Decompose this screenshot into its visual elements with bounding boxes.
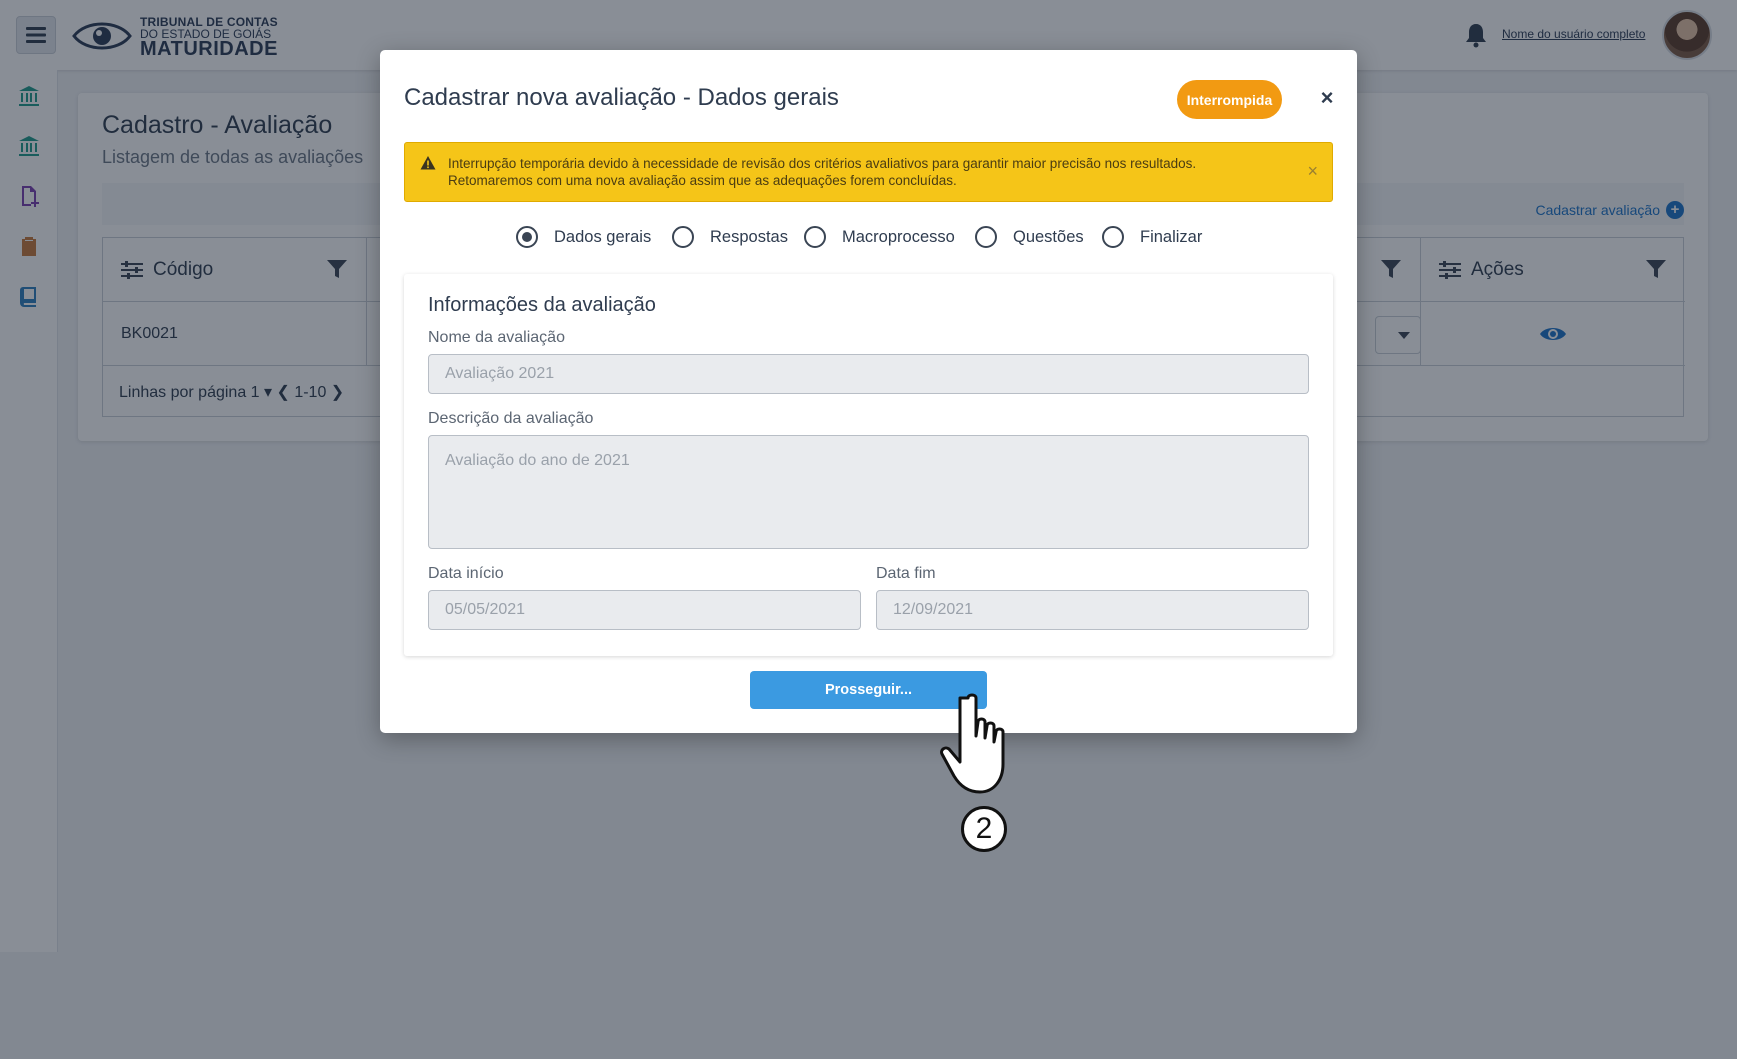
start-date-field[interactable]: 05/05/2021 — [428, 590, 861, 630]
section-title: Informações da avaliação — [428, 294, 656, 316]
step-answers[interactable]: Respostas — [672, 226, 788, 248]
alert-close-icon[interactable]: × — [1307, 161, 1318, 182]
status-badge: Interrompida — [1177, 80, 1282, 119]
radio-macroprocess[interactable] — [804, 226, 826, 248]
new-evaluation-modal: Cadastrar nova avaliação - Dados gerais … — [380, 50, 1357, 733]
step-macroprocess[interactable]: Macroprocesso — [804, 226, 955, 248]
step-questions[interactable]: Questões — [975, 226, 1084, 248]
radio-finish[interactable] — [1102, 226, 1124, 248]
alert-message: Interrupção temporária devido à necessid… — [448, 155, 1288, 189]
evaluation-name-field[interactable]: Avaliação 2021 — [428, 354, 1309, 394]
radio-general-data[interactable] — [516, 226, 538, 248]
start-date-label: Data início — [428, 565, 504, 582]
step-general-data-label: Dados gerais — [554, 227, 652, 246]
step-finish-label: Finalizar — [1140, 227, 1203, 246]
radio-questions[interactable] — [975, 226, 997, 248]
alert-line-1: Interrupção temporária devido à necessid… — [448, 156, 1197, 171]
interruption-alert: Interrupção temporária devido à necessid… — [404, 142, 1333, 202]
step-finish[interactable]: Finalizar — [1102, 226, 1202, 248]
step-macroprocess-label: Macroprocesso — [842, 227, 955, 246]
wizard-steps: Dados gerais Respostas Macroprocesso Que… — [380, 226, 1357, 254]
hand-pointer-icon — [940, 693, 1005, 794]
radio-answers[interactable] — [672, 226, 694, 248]
close-modal-button[interactable]: × — [1315, 86, 1339, 110]
name-label: Nome da avaliação — [428, 329, 565, 346]
warning-icon — [420, 156, 436, 170]
step-questions-label: Questões — [1013, 227, 1084, 246]
end-date-field[interactable]: 12/09/2021 — [876, 590, 1309, 630]
end-date-label: Data fim — [876, 565, 936, 582]
modal-title: Cadastrar nova avaliação - Dados gerais — [404, 84, 839, 111]
description-label: Descrição da avaliação — [428, 410, 594, 427]
alert-line-2: Retomaremos com uma nova avaliação assim… — [448, 173, 957, 188]
evaluation-info-card: Informações da avaliação Nome da avaliaç… — [404, 274, 1333, 656]
step-general-data[interactable]: Dados gerais — [516, 226, 651, 248]
step-answers-label: Respostas — [710, 227, 788, 246]
step-number-marker: 2 — [961, 806, 1007, 852]
evaluation-description-field[interactable]: Avaliação do ano de 2021 — [428, 435, 1309, 549]
